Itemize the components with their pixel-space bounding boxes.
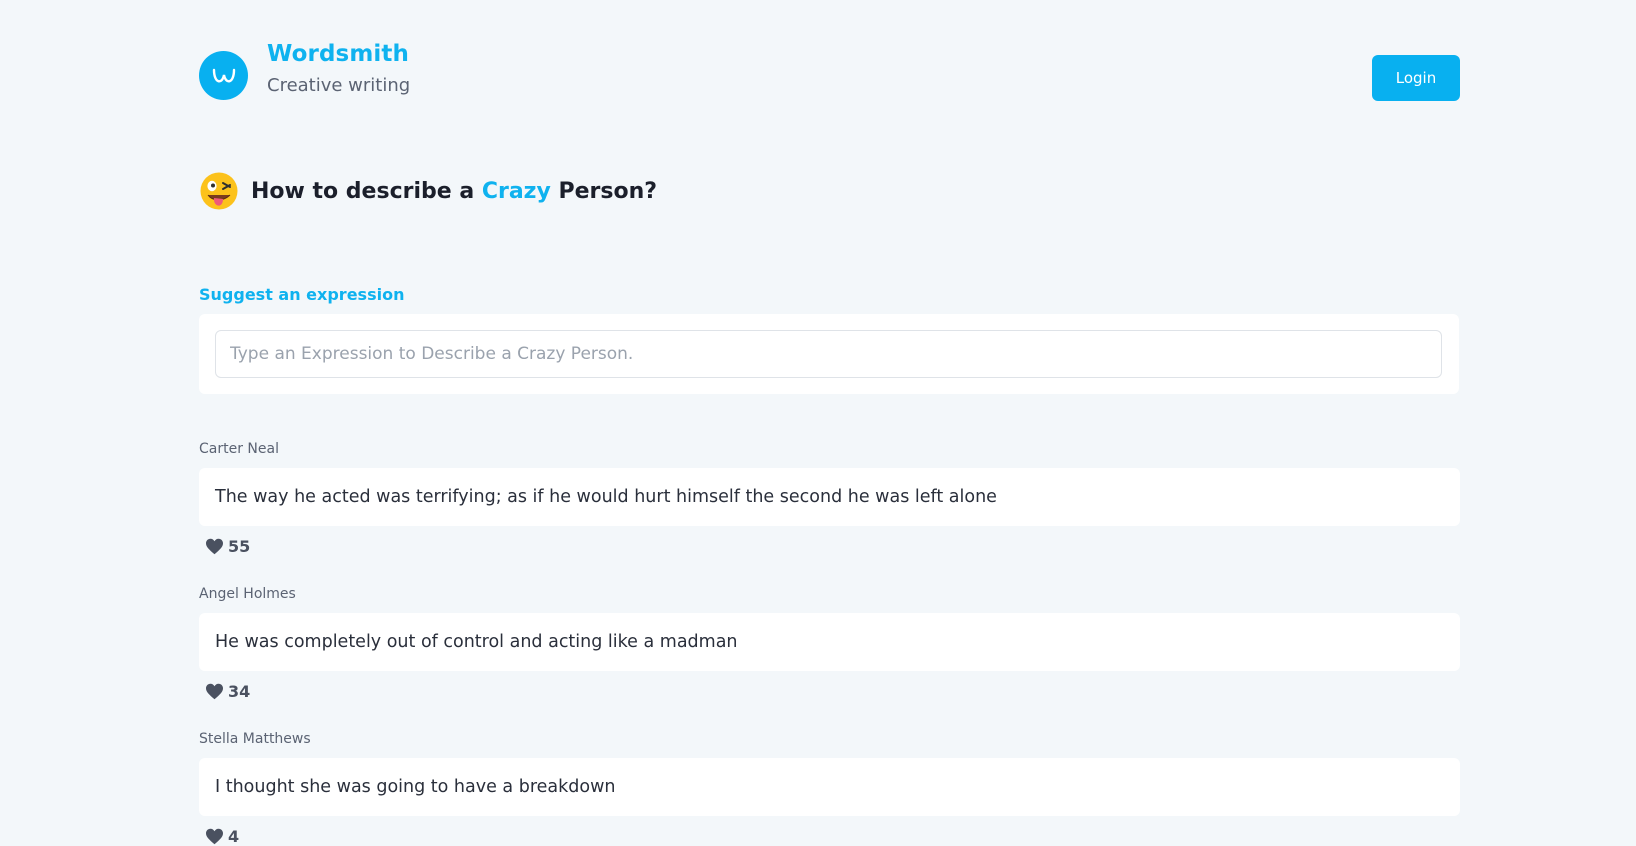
logo-w-glyph [212, 68, 235, 82]
expression-input[interactable] [215, 330, 1442, 378]
zany-face-emoji-icon [200, 172, 238, 210]
post-author: Carter Neal [199, 441, 279, 457]
title-prefix: How to describe a [251, 178, 482, 204]
login-button[interactable]: Login [1372, 55, 1460, 101]
title-suffix: Person? [550, 178, 658, 204]
heart-icon[interactable] [205, 538, 224, 555]
post-card: The way he acted was terrifying; as if h… [199, 468, 1460, 526]
like-control[interactable]: 34 [205, 681, 1460, 701]
page-title: How to describe a Crazy Person? [251, 179, 657, 204]
like-count: 55 [228, 536, 251, 556]
post-text: He was completely out of control and act… [215, 632, 738, 652]
heart-icon[interactable] [205, 683, 224, 700]
brand[interactable]: Wordsmith Creative writing [199, 40, 410, 100]
like-control[interactable]: 55 [205, 536, 1460, 556]
like-count: 4 [228, 826, 240, 846]
suggest-label: Suggest an expression [199, 285, 405, 304]
page-title-row: How to describe a Crazy Person? [199, 171, 657, 211]
post-item: Stella Matthews I thought she was going … [199, 730, 1460, 846]
post-author: Stella Matthews [199, 731, 311, 747]
brand-text: Wordsmith Creative writing [267, 40, 410, 97]
heart-icon[interactable] [205, 828, 224, 845]
like-control[interactable]: 4 [205, 826, 1460, 846]
brand-tagline: Creative writing [267, 75, 411, 96]
brand-name: Wordsmith [267, 41, 409, 67]
page-container: Wordsmith Creative writing Login How to … [199, 0, 1460, 846]
post-text: I thought she was going to have a breakd… [215, 777, 616, 797]
site-header: Wordsmith Creative writing Login [199, 0, 1460, 140]
post-card: He was completely out of control and act… [199, 613, 1460, 671]
post-item: Carter Neal The way he acted was terrify… [199, 440, 1460, 556]
post-item: Angel Holmes He was completely out of co… [199, 585, 1460, 701]
wordsmith-logo-icon [199, 51, 248, 100]
title-accent-word: Crazy [481, 178, 551, 204]
suggest-card [199, 314, 1459, 394]
like-count: 34 [228, 681, 251, 701]
post-text: The way he acted was terrifying; as if h… [215, 487, 997, 507]
post-card: I thought she was going to have a breakd… [199, 758, 1460, 816]
post-author: Angel Holmes [199, 586, 296, 602]
